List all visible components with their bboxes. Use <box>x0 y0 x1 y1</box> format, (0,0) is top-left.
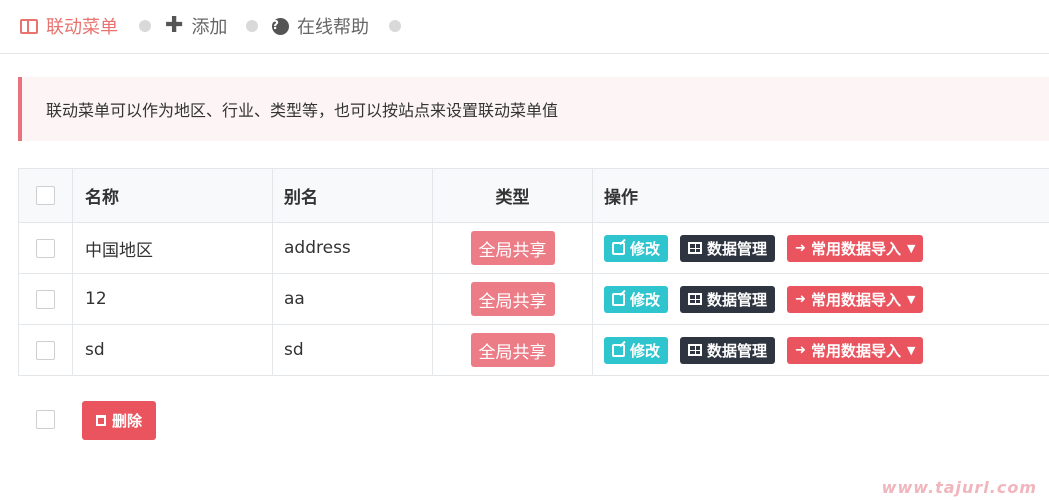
info-alert: 联动菜单可以作为地区、行业、类型等，也可以按站点来设置联动菜单值 <box>18 77 1049 141</box>
type-badge: 全局共享 <box>470 333 555 367</box>
row-alias: address <box>273 223 433 273</box>
trash-icon <box>96 415 106 426</box>
table-row: 12 aa 全局共享 修改 数据管理 ➜ 常用数据导入 ▼ <box>19 274 1049 325</box>
import-label: 常用数据导入 <box>810 239 901 258</box>
table-row: 中国地区 address 全局共享 修改 数据管理 ➜ 常用数据导入 ▼ <box>19 223 1049 274</box>
footer-select-all-checkbox[interactable] <box>36 410 55 429</box>
table-header-row: 名称 别名 类型 操作 <box>19 169 1049 223</box>
column-header-actions: 操作 <box>604 188 638 208</box>
sign-in-icon: ➜ <box>795 240 806 256</box>
edit-button[interactable]: 修改 <box>604 336 669 364</box>
edit-label: 修改 <box>630 341 661 360</box>
tab-online-help[interactable]: ? 在线帮助 <box>272 13 369 39</box>
type-badge: 全局共享 <box>470 282 555 316</box>
column-header-type: 类型 <box>433 169 593 222</box>
delete-button[interactable]: 删除 <box>82 401 157 440</box>
row-checkbox[interactable] <box>36 340 55 360</box>
tab-separator-dot <box>139 20 151 32</box>
edit-icon <box>612 343 625 357</box>
row-alias: sd <box>273 325 433 375</box>
table-icon <box>688 242 703 254</box>
data-manage-label: 数据管理 <box>707 239 768 258</box>
row-name: 中国地区 <box>73 223 273 273</box>
tab-label: 联动菜单 <box>46 17 118 38</box>
table-icon <box>688 344 703 356</box>
row-name: 12 <box>73 274 273 324</box>
data-manage-label: 数据管理 <box>707 341 768 360</box>
help-icon: ? <box>272 17 289 35</box>
alert-text: 联动菜单可以作为地区、行业、类型等，也可以按站点来设置联动菜单值 <box>46 101 559 120</box>
columns-icon <box>20 18 38 34</box>
table-row: sd sd 全局共享 修改 数据管理 ➜ 常用数据导入 ▼ <box>19 325 1049 376</box>
chevron-down-icon: ▼ <box>906 292 916 306</box>
column-header-name: 名称 <box>73 169 273 222</box>
select-all-checkbox[interactable] <box>36 186 55 205</box>
edit-icon <box>612 241 625 255</box>
watermark: www.tajurl.com <box>881 478 1037 497</box>
column-header-alias: 别名 <box>273 169 433 222</box>
edit-button[interactable]: 修改 <box>604 285 669 313</box>
linkage-table: 名称 别名 类型 操作 中国地区 address 全局共享 修改 数据管理 ➜ 常… <box>18 168 1049 376</box>
edit-icon <box>612 292 625 306</box>
tab-separator-dot <box>246 20 258 32</box>
edit-label: 修改 <box>630 239 661 258</box>
tab-label: 在线帮助 <box>297 17 369 38</box>
row-checkbox[interactable] <box>36 238 55 258</box>
import-label: 常用数据导入 <box>810 290 901 309</box>
row-checkbox[interactable] <box>36 289 55 309</box>
row-alias: aa <box>273 274 433 324</box>
import-dropdown-button[interactable]: ➜ 常用数据导入 ▼ <box>787 234 924 262</box>
data-manage-button[interactable]: 数据管理 <box>680 336 776 364</box>
chevron-down-icon: ▼ <box>906 241 916 255</box>
chevron-down-icon: ▼ <box>906 343 916 357</box>
tab-linkage-menu[interactable]: 联动菜单 <box>20 13 118 39</box>
row-name: sd <box>73 325 273 375</box>
table-icon <box>688 293 703 305</box>
sign-in-icon: ➜ <box>795 291 806 307</box>
import-label: 常用数据导入 <box>810 341 901 360</box>
import-dropdown-button[interactable]: ➜ 常用数据导入 ▼ <box>787 336 924 364</box>
type-badge: 全局共享 <box>470 231 555 265</box>
data-manage-label: 数据管理 <box>707 290 768 309</box>
edit-label: 修改 <box>630 290 661 309</box>
delete-label: 删除 <box>112 412 143 430</box>
data-manage-button[interactable]: 数据管理 <box>680 234 776 262</box>
import-dropdown-button[interactable]: ➜ 常用数据导入 ▼ <box>787 285 924 313</box>
tab-label: 添加 <box>191 17 228 38</box>
plus-icon: ✚ <box>165 13 184 38</box>
sign-in-icon: ➜ <box>795 342 806 358</box>
edit-button[interactable]: 修改 <box>604 234 669 262</box>
top-nav: 联动菜单 ✚ 添加 ? 在线帮助 <box>0 0 1049 54</box>
tab-add[interactable]: ✚ 添加 <box>165 13 227 39</box>
tab-separator-dot <box>389 20 401 32</box>
data-manage-button[interactable]: 数据管理 <box>680 285 776 313</box>
